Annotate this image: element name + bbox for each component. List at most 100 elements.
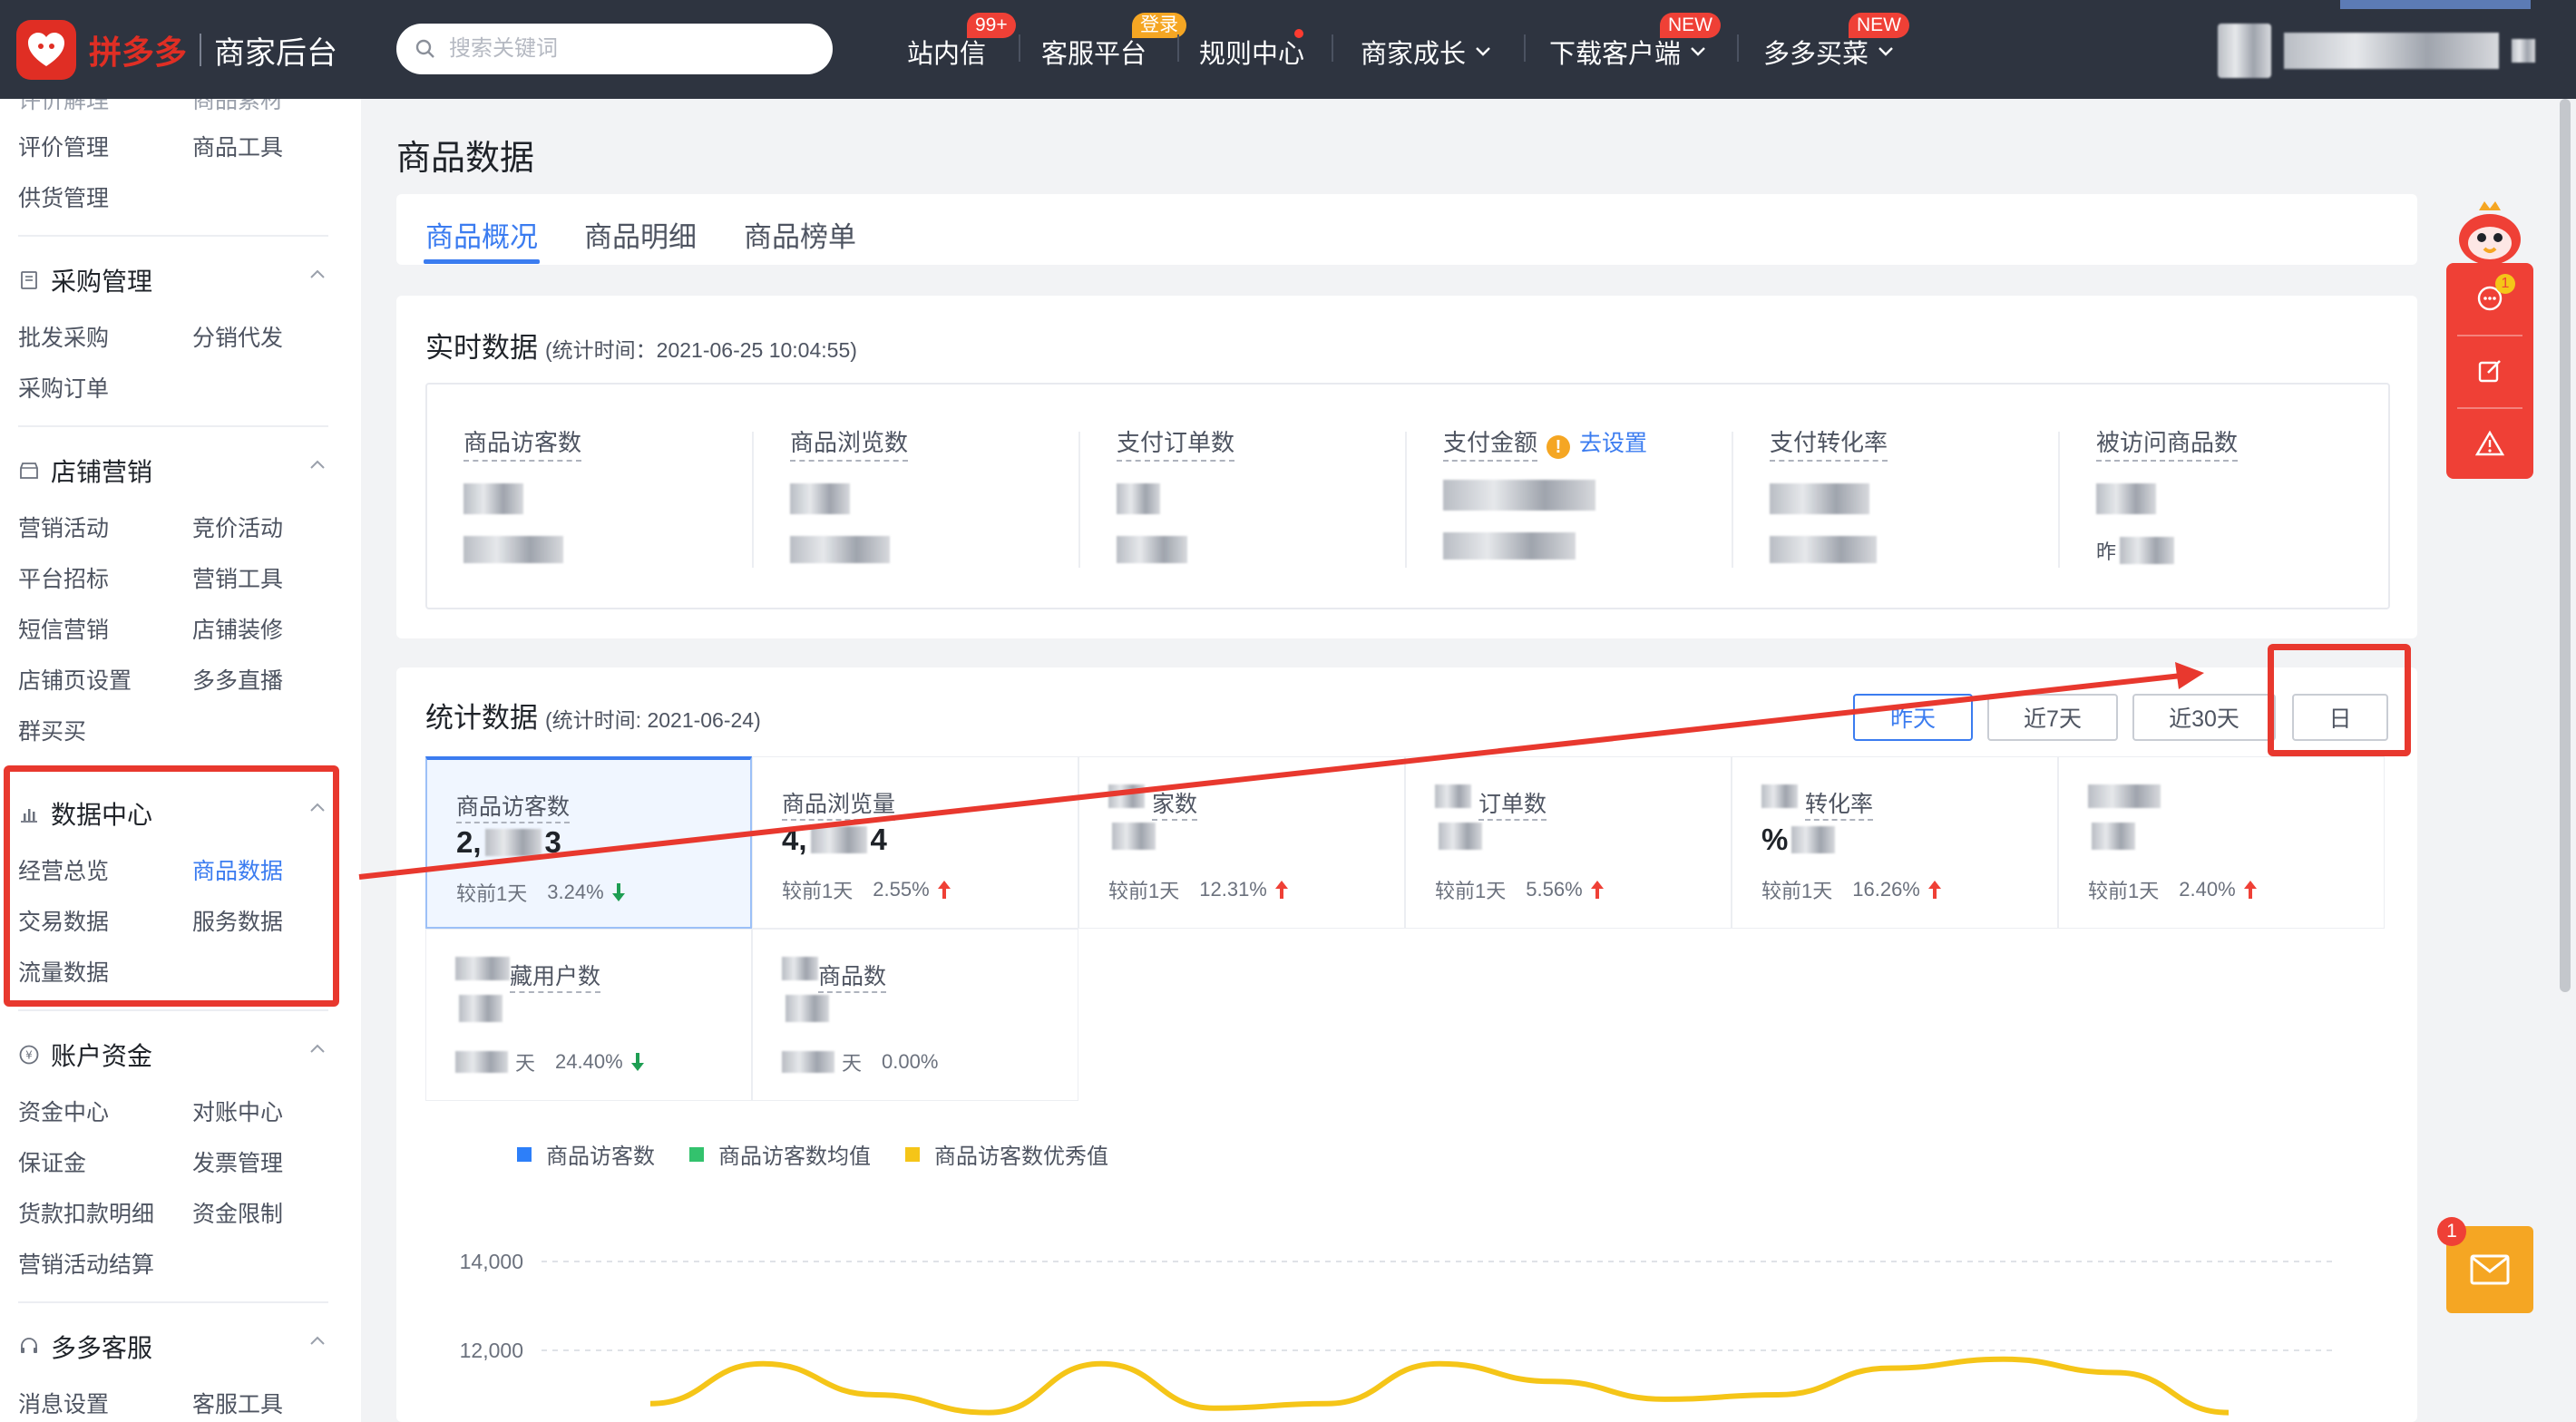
- rt-divider: [2058, 432, 2060, 568]
- sidebar-item-campaign-settlement[interactable]: 营销活动结算: [18, 1247, 154, 1280]
- sidebar-item-review[interactable]: 评价管理: [18, 130, 109, 162]
- nav-duoduo-maicai-label: 多多买菜: [1763, 40, 1869, 69]
- sidebar-section-customer-service[interactable]: 多多客服: [18, 1329, 152, 1365]
- nav-inbox[interactable]: 站内信: [907, 33, 986, 71]
- sidebar-item-live[interactable]: 多多直播: [192, 663, 283, 696]
- nav-rules-center[interactable]: 规则中心: [1199, 33, 1304, 71]
- range-7days-button[interactable]: 近7天: [1987, 694, 2118, 741]
- tab-product-overview[interactable]: 商品概况: [425, 214, 538, 255]
- metric-favorites[interactable]: 藏用户数天 24.40%: [425, 929, 752, 1101]
- sidebar-item-marketing-tools[interactable]: 营销工具: [192, 561, 283, 594]
- chevron-up-icon[interactable]: [308, 1040, 327, 1058]
- legend-item[interactable]: 商品访客数优秀值: [905, 1138, 1108, 1170]
- legend-item[interactable]: 商品访客数均值: [689, 1138, 871, 1170]
- legend-swatch-green: [689, 1146, 704, 1162]
- metric-label: 商品访客数: [456, 789, 571, 823]
- sidebar-item-tenders[interactable]: 平台招标: [18, 561, 109, 594]
- report-button[interactable]: [2446, 408, 2533, 479]
- brand[interactable]: 拼多多 商家后台: [16, 18, 337, 82]
- chat-button[interactable]: [2446, 263, 2533, 334]
- sidebar-item-dropship[interactable]: 分销代发: [192, 320, 283, 353]
- annotation-box-data-center: [4, 765, 339, 1007]
- rt-metric-label: 支付金额: [1443, 424, 1538, 462]
- trend-chart: 14,000 12,000: [460, 1250, 2337, 1416]
- page-scrollbar[interactable]: [2560, 99, 2571, 992]
- metric-conversion[interactable]: 转化率% 较前1天 16.26%: [1732, 756, 2058, 929]
- sidebar-item-purchase-orders[interactable]: 采购订单: [18, 371, 109, 404]
- sidebar-item-cs-tools[interactable]: 客服工具: [192, 1387, 283, 1419]
- sidebar-item-bidding[interactable]: 竞价活动: [192, 511, 283, 543]
- compare-percent: 16.26%: [1852, 878, 1920, 901]
- sidebar-item-deduction-detail[interactable]: 货款扣款明细: [18, 1196, 154, 1229]
- sidebar-section-account-funds[interactable]: ¥ 账户资金: [18, 1037, 152, 1073]
- sidebar-item-sms[interactable]: 短信营销: [18, 612, 109, 645]
- nav-download-client[interactable]: 下载客户端: [1549, 33, 1708, 71]
- rt-metric-label: 商品访客数: [463, 424, 582, 462]
- metric-buyers[interactable]: 家数较前1天 12.31%: [1078, 756, 1405, 929]
- sidebar-item-message-settings[interactable]: 消息设置: [18, 1387, 109, 1419]
- pinduoduo-logo-icon: [16, 20, 76, 80]
- sidebar-item-deposit[interactable]: 保证金: [18, 1145, 86, 1178]
- chevron-up-icon[interactable]: [308, 456, 327, 474]
- sidebar-item-fund-center[interactable]: 资金中心: [18, 1095, 109, 1127]
- rt-metric-visited-products: 被访问商品数 昨: [2096, 424, 2395, 565]
- sidebar-item-campaigns[interactable]: 营销活动: [18, 511, 109, 543]
- tab-product-ranking[interactable]: 商品榜单: [744, 214, 856, 255]
- rules-red-dot: [1294, 29, 1303, 38]
- chevron-up-icon[interactable]: [308, 1332, 327, 1350]
- sidebar-item-invoice[interactable]: 发票管理: [192, 1145, 283, 1178]
- metric-pageviews[interactable]: 商品浏览量 4, 4 较前1天 2.55%: [752, 756, 1078, 929]
- feedback-button[interactable]: [2446, 336, 2533, 406]
- metric-comparison: 较前1天 2.40%: [2088, 875, 2258, 904]
- go-settings-link[interactable]: 去设置: [1579, 431, 1647, 456]
- new-badge: NEW: [1849, 13, 1909, 38]
- warning-icon[interactable]: !: [1547, 434, 1571, 459]
- tab-product-detail[interactable]: 商品明细: [584, 214, 697, 255]
- dropdown-blurred: [2512, 39, 2536, 63]
- annotation-box-day-button: [2268, 644, 2411, 756]
- arrow-down-icon: [630, 1053, 644, 1071]
- chevron-up-icon[interactable]: [308, 266, 327, 284]
- sidebar-item-supply[interactable]: 供货管理: [18, 180, 109, 213]
- rt-metric-payment-amount: 支付金额! 去设置: [1443, 424, 1751, 560]
- metric-products[interactable]: 商品数天 0.00%: [752, 929, 1078, 1101]
- sidebar-item-group-buy[interactable]: 群买买: [18, 714, 86, 746]
- search-input[interactable]: [449, 36, 812, 62]
- sidebar-section-marketing[interactable]: 店铺营销: [18, 453, 152, 489]
- tab-bar: 商品概况 商品明细 商品榜单: [396, 194, 2417, 265]
- rt-metric-value-blurred: [1443, 480, 1595, 511]
- metric-label-blurred: [455, 957, 510, 980]
- nav-merchant-growth[interactable]: 商家成长: [1361, 33, 1493, 71]
- nav-duoduo-maicai[interactable]: 多多买菜: [1763, 33, 1896, 71]
- metric-visitors[interactable]: 商品访客数 2, 3 较前1天 3.24%: [425, 756, 752, 929]
- sidebar-section-purchase[interactable]: 采购管理: [18, 262, 152, 298]
- sidebar-item-fund-limits[interactable]: 资金限制: [192, 1196, 283, 1229]
- user-account[interactable]: [2218, 22, 2536, 80]
- legend-item[interactable]: 商品访客数: [517, 1138, 655, 1170]
- brand-subtitle: 商家后台: [214, 35, 338, 71]
- sidebar-item-wholesale[interactable]: 批发采购: [18, 320, 109, 353]
- mascot-icon[interactable]: [2454, 198, 2526, 270]
- metric-comparison: 较前1天 5.56%: [1435, 875, 1605, 904]
- range-yesterday-button[interactable]: 昨天: [1853, 694, 1973, 741]
- sidebar-item-shop-page[interactable]: 店铺页设置: [18, 663, 132, 696]
- compare-percent: 12.31%: [1199, 878, 1267, 901]
- sidebar-item-reconciliation[interactable]: 对账中心: [192, 1095, 283, 1127]
- metric-label-blurred: [1761, 784, 1798, 808]
- rt-divider: [1078, 432, 1080, 568]
- rt-divider: [1405, 432, 1407, 568]
- nav-divider: [1524, 34, 1526, 62]
- sidebar-item-product-tools[interactable]: 商品工具: [192, 130, 283, 162]
- metric-label: 家数: [1152, 786, 1198, 821]
- metric-orders[interactable]: 订单数 较前1天 5.56%: [1405, 756, 1732, 929]
- new-badge: NEW: [1660, 13, 1721, 38]
- metric-amount[interactable]: 较前1天 2.40%: [2058, 756, 2385, 929]
- range-30days-button[interactable]: 近30天: [2132, 694, 2276, 741]
- sidebar-item-decoration[interactable]: 店铺装修: [192, 612, 283, 645]
- rt-divider: [752, 432, 754, 568]
- nav-customer-service[interactable]: 客服平台: [1041, 33, 1147, 71]
- mail-icon: [2470, 1254, 2510, 1285]
- metric-comparison: 较前1天 12.31%: [1108, 875, 1289, 904]
- stats-timestamp: (统计时间: 2021-06-24): [545, 708, 761, 732]
- metric-label-blurred: [1435, 784, 1471, 808]
